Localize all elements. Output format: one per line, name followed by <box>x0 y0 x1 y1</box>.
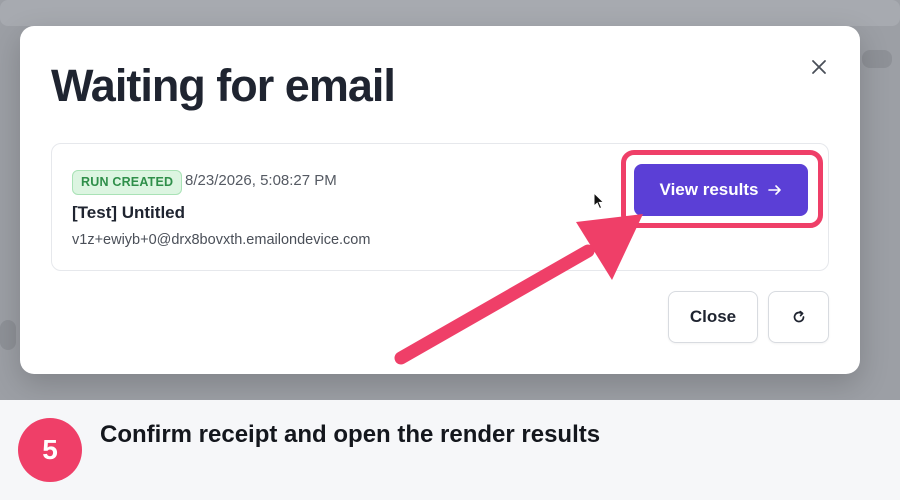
refresh-icon <box>793 310 804 323</box>
refresh-button[interactable] <box>768 291 829 343</box>
step-caption: 5 Confirm receipt and open the render re… <box>0 400 900 500</box>
background-element <box>862 50 892 68</box>
run-name: [Test] Untitled <box>72 203 186 222</box>
dialog-close-button[interactable] <box>806 54 832 80</box>
waiting-for-email-dialog: Waiting for email RUN CREATED 8/23/2026,… <box>20 26 860 374</box>
close-icon <box>812 60 826 74</box>
view-results-label: View results <box>659 180 759 199</box>
run-timestamp: 8/23/2026, 5:08:27 PM <box>185 172 337 189</box>
mouse-cursor-icon <box>593 192 605 210</box>
view-results-button[interactable]: View results <box>634 164 808 216</box>
status-badge: RUN CREATED <box>72 170 183 195</box>
close-button[interactable]: Close <box>668 291 758 343</box>
background-header <box>0 0 900 26</box>
background-element <box>0 320 16 350</box>
run-card: RUN CREATED 8/23/2026, 5:08:27 PM [Test]… <box>51 143 829 271</box>
caption-text: Confirm receipt and open the render resu… <box>100 421 601 448</box>
run-email: v1z+ewiyb+0@drx8bovxth.emailondevice.com <box>72 232 371 248</box>
step-number-badge: 5 <box>18 418 82 482</box>
dialog-title: Waiting for email <box>51 60 396 111</box>
arrow-right-icon <box>768 184 782 196</box>
